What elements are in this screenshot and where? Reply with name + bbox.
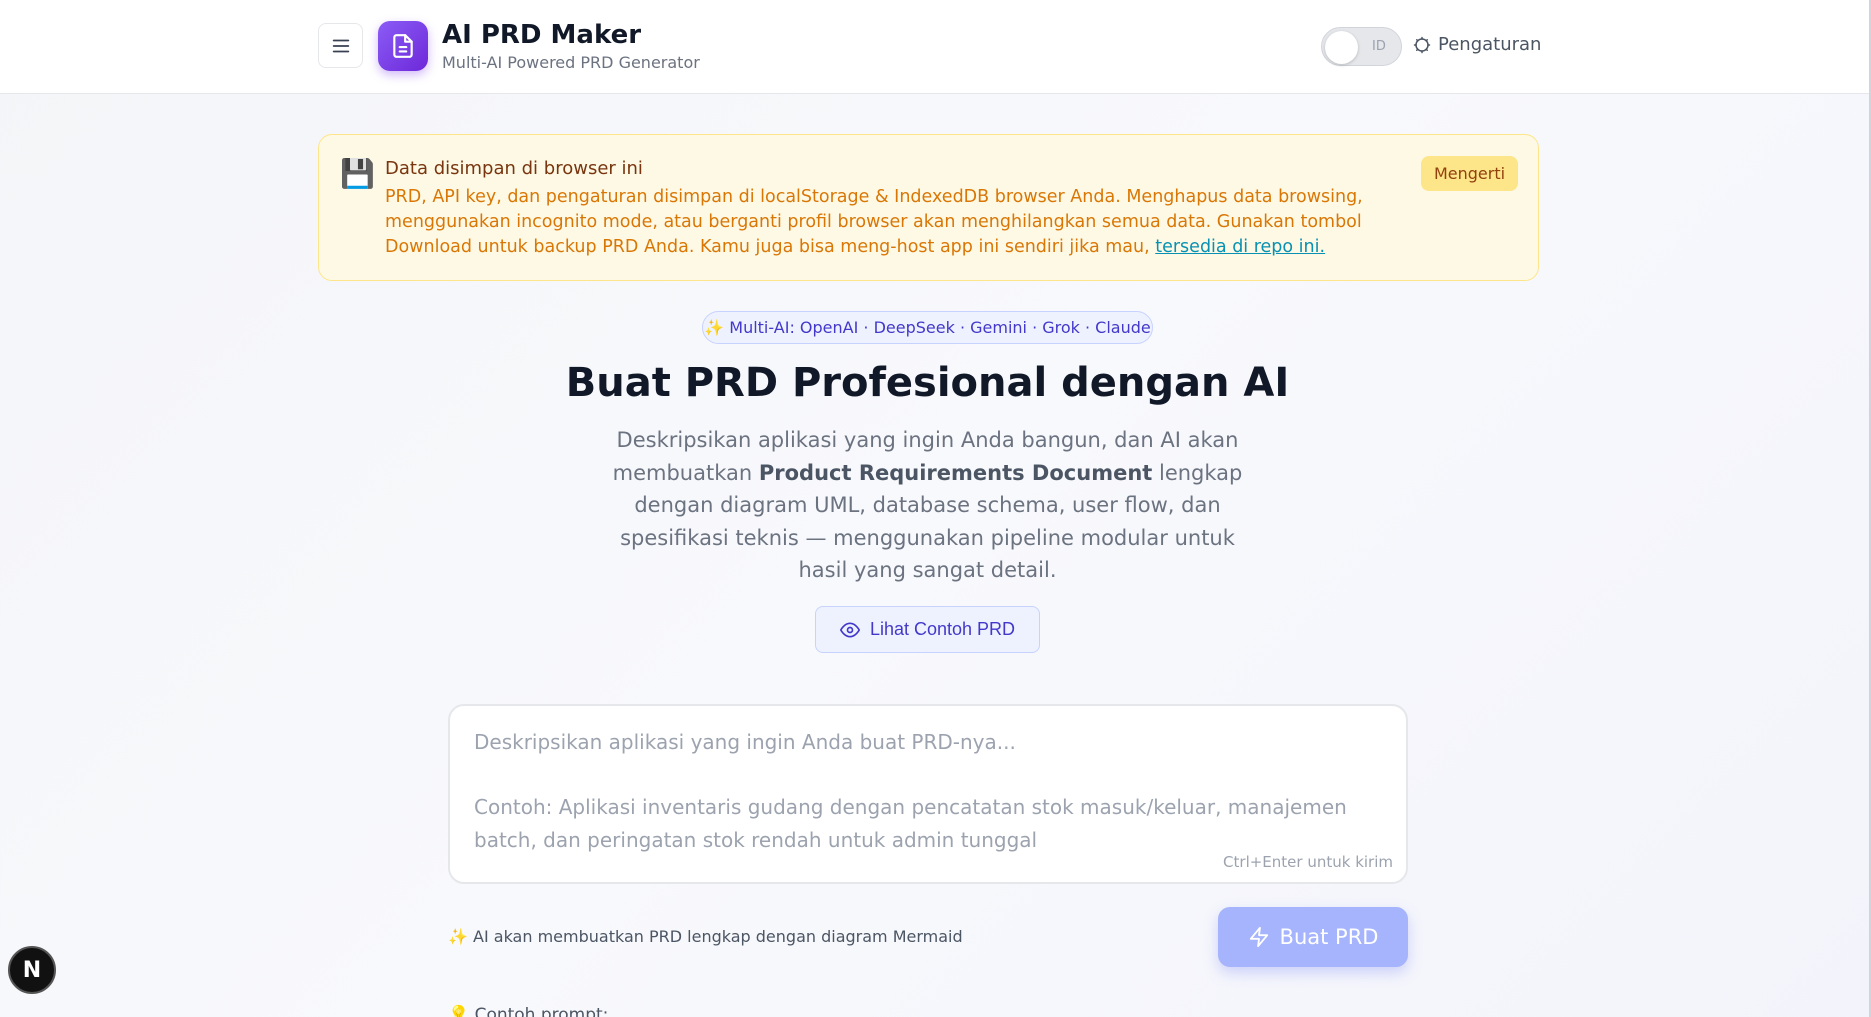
ai-note: ✨ AI akan membuatkan PRD lengkap dengan … [448,927,963,946]
settings-label: Pengaturan [1438,34,1542,55]
repo-link[interactable]: tersedia di repo ini. [1155,237,1325,257]
language-label: ID [1372,39,1386,54]
examples-label: 💡 Contoh prompt: [448,1005,609,1017]
hero-title: Buat PRD Profesional dengan AI [565,360,1290,406]
lightning-icon [1249,926,1268,948]
prompt-box: Ctrl+Enter untuk kirim [448,704,1408,884]
app-header: AI PRD Maker Multi-AI Powered PRD Genera… [0,0,1869,94]
floppy-disk-icon: 💾 [340,157,375,190]
notice-body: PRD, API key, dan pengaturan disimpan di… [385,185,1385,260]
document-icon [393,34,413,58]
gear-icon [1413,36,1431,53]
multi-ai-badge: ✨ Multi-AI: OpenAI · DeepSeek · Gemini ·… [702,311,1153,344]
shortcut-hint: Ctrl+Enter untuk kirim [1223,853,1393,871]
app-subtitle: Multi-AI Powered PRD Generator [442,53,700,72]
view-example-label: Lihat Contoh PRD [869,619,1016,639]
generate-prd-button[interactable]: Buat PRD [1218,907,1408,967]
storage-notice: 💾 Data disimpan di browser ini PRD, API … [318,134,1539,281]
view-example-button[interactable]: Lihat Contoh PRD [815,606,1040,653]
menu-button[interactable] [318,23,363,68]
hero-desc-bold: Product Requirements Document [758,460,1153,485]
app-title: AI PRD Maker [442,20,642,50]
dismiss-notice-button[interactable]: Mengerti [1421,156,1518,191]
app-logo [378,21,428,71]
hero-description: Deskripsikan aplikasi yang ingin Anda ba… [600,424,1255,587]
toggle-knob [1325,31,1358,64]
language-toggle[interactable]: ID [1321,27,1402,66]
hamburger-icon [332,39,349,52]
eye-icon [839,622,860,637]
generate-label: Buat PRD [1279,925,1379,949]
nextjs-badge-icon[interactable]: N [8,946,56,994]
settings-button[interactable]: Pengaturan [1413,34,1541,55]
prompt-input[interactable] [474,726,1379,866]
notice-title: Data disimpan di browser ini [385,158,643,179]
